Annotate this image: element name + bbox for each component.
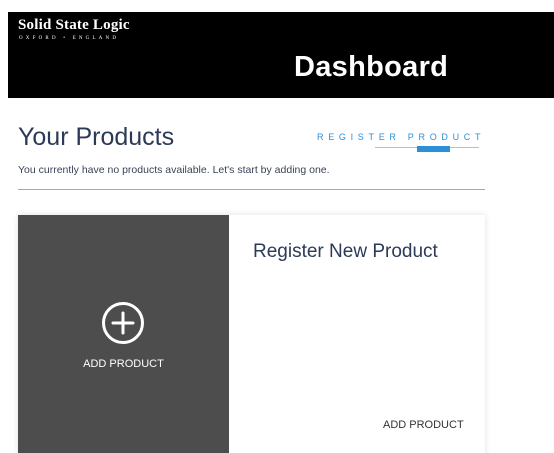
add-product-tile-label: ADD PRODUCT <box>83 358 164 370</box>
products-heading: Your Products <box>18 123 175 151</box>
empty-products-message: You currently have no products available… <box>18 164 330 176</box>
add-product-tile[interactable]: ADD PRODUCT <box>18 215 229 453</box>
register-product-link[interactable]: REGISTER PRODUCT <box>317 131 481 143</box>
section-divider <box>18 189 485 190</box>
brand-subtitle: OXFORD • ENGLAND <box>19 36 120 41</box>
site-header: Solid State Logic OXFORD • ENGLAND Dashb… <box>8 12 554 98</box>
brand-logo[interactable]: Solid State Logic OXFORD • ENGLAND <box>18 16 130 43</box>
dashboard-page: Solid State Logic OXFORD • ENGLAND Dashb… <box>0 0 554 453</box>
plus-circle-icon <box>102 302 144 344</box>
register-product-card: ADD PRODUCT Register New Product ADD PRO… <box>18 215 485 453</box>
brand-name: Solid State Logic <box>18 17 130 33</box>
add-product-button[interactable]: ADD PRODUCT <box>383 419 464 432</box>
page-title: Dashboard <box>294 51 449 83</box>
register-link-active-indicator <box>417 146 450 152</box>
card-title: Register New Product <box>253 241 438 262</box>
